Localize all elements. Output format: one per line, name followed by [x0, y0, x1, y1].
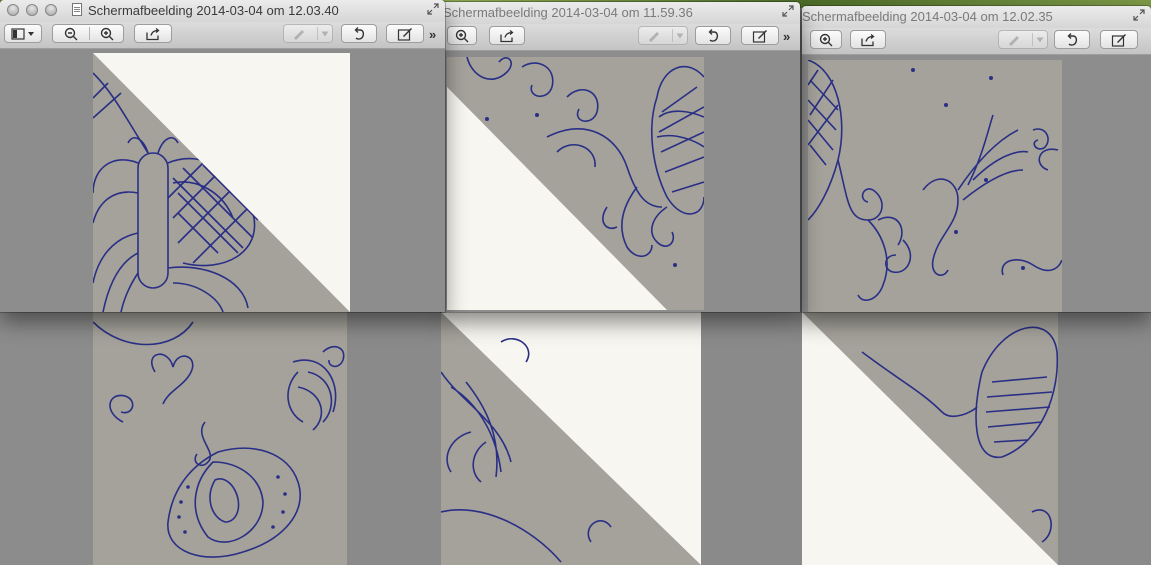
zoom-in-button[interactable] [447, 26, 477, 45]
fullscreen-icon[interactable] [427, 3, 439, 15]
annotate-button[interactable] [638, 26, 688, 45]
fullscreen-icon[interactable] [1133, 9, 1145, 21]
close-window-button[interactable] [7, 4, 19, 16]
background-image-tile-1 [93, 312, 347, 565]
minimize-window-button[interactable] [26, 4, 38, 16]
toolbar-overflow-button[interactable]: » [429, 27, 436, 42]
window-toolbar: » [441, 24, 800, 51]
window-titlebar[interactable]: Schermafbeelding 2014-03-04 om 12.02.35 [802, 6, 1151, 29]
sidebar-icon [11, 27, 34, 40]
rotate-icon [354, 26, 365, 40]
document-image [447, 57, 704, 310]
preview-window-1[interactable]: Schermafbeelding 2014-03-04 om 12.03.40 [0, 0, 445, 312]
share-icon [500, 29, 514, 42]
background-gap-panel [1058, 312, 1151, 565]
rotate-button[interactable] [1054, 30, 1090, 49]
zoom-window-button[interactable] [45, 4, 57, 16]
window-title: Schermafbeelding 2014-03-04 om 12.03.40 [88, 3, 339, 18]
image-viewport [0, 49, 445, 312]
edit-button[interactable] [386, 24, 424, 43]
edit-icon [1111, 33, 1126, 47]
share-icon [861, 33, 875, 46]
desktop: Schermafbeelding 2014-03-04 om 12.02.35 [0, 0, 1151, 565]
toolbar-overflow-button[interactable]: » [783, 29, 790, 44]
annotate-button[interactable] [998, 30, 1048, 49]
pen-icon [649, 31, 659, 42]
fullscreen-icon[interactable] [782, 5, 794, 17]
rotate-icon [708, 28, 719, 42]
background-image-tile-2 [441, 312, 701, 565]
background-image-tile-3 [802, 312, 1058, 565]
pen-icon [294, 29, 304, 40]
background-gap-panel [347, 312, 441, 565]
share-button[interactable] [134, 24, 172, 43]
zoom-button-group [52, 24, 124, 43]
share-icon [146, 27, 160, 40]
preview-window-3[interactable]: Schermafbeelding 2014-03-04 om 12.02.35 [802, 6, 1151, 312]
document-proxy-icon[interactable] [72, 3, 82, 16]
zoom-in-icon [100, 27, 114, 40]
chevron-down-icon [676, 33, 684, 38]
preview-window-2[interactable]: Schermafbeelding 2014-03-04 om 11.59.36 [441, 2, 800, 312]
window-title: Schermafbeelding 2014-03-04 om 11.59.36 [443, 5, 693, 20]
sidebar-view-button[interactable] [4, 24, 42, 43]
zoom-in-icon [819, 33, 833, 46]
document-image [808, 60, 1062, 312]
window-titlebar[interactable]: Schermafbeelding 2014-03-04 om 11.59.36 [441, 2, 800, 25]
window-title: Schermafbeelding 2014-03-04 om 12.02.35 [802, 9, 1053, 24]
document-image [93, 53, 350, 312]
annotate-button[interactable] [283, 24, 333, 43]
share-button[interactable] [489, 26, 525, 45]
image-viewport [441, 51, 800, 312]
rotate-icon [1067, 32, 1078, 46]
rotate-button[interactable] [695, 26, 731, 45]
zoom-in-button[interactable] [810, 30, 842, 49]
window-titlebar[interactable]: Schermafbeelding 2014-03-04 om 12.03.40 [0, 0, 445, 23]
window-toolbar: » [0, 22, 445, 49]
edit-button[interactable] [741, 26, 779, 45]
zoom-in-button[interactable] [89, 25, 125, 42]
zoom-out-button[interactable] [53, 25, 89, 42]
share-button[interactable] [850, 30, 886, 49]
pen-icon [1009, 35, 1019, 46]
edit-button[interactable] [1100, 30, 1138, 49]
window-toolbar [802, 28, 1151, 55]
image-viewport [802, 55, 1151, 312]
zoom-in-icon [455, 29, 469, 42]
background-gap-panel [701, 312, 802, 565]
chevron-down-icon [321, 31, 329, 36]
edit-icon [397, 27, 412, 41]
rotate-button[interactable] [341, 24, 377, 43]
zoom-out-icon [64, 27, 78, 40]
chevron-down-icon [1036, 37, 1044, 42]
edit-icon [752, 29, 767, 43]
